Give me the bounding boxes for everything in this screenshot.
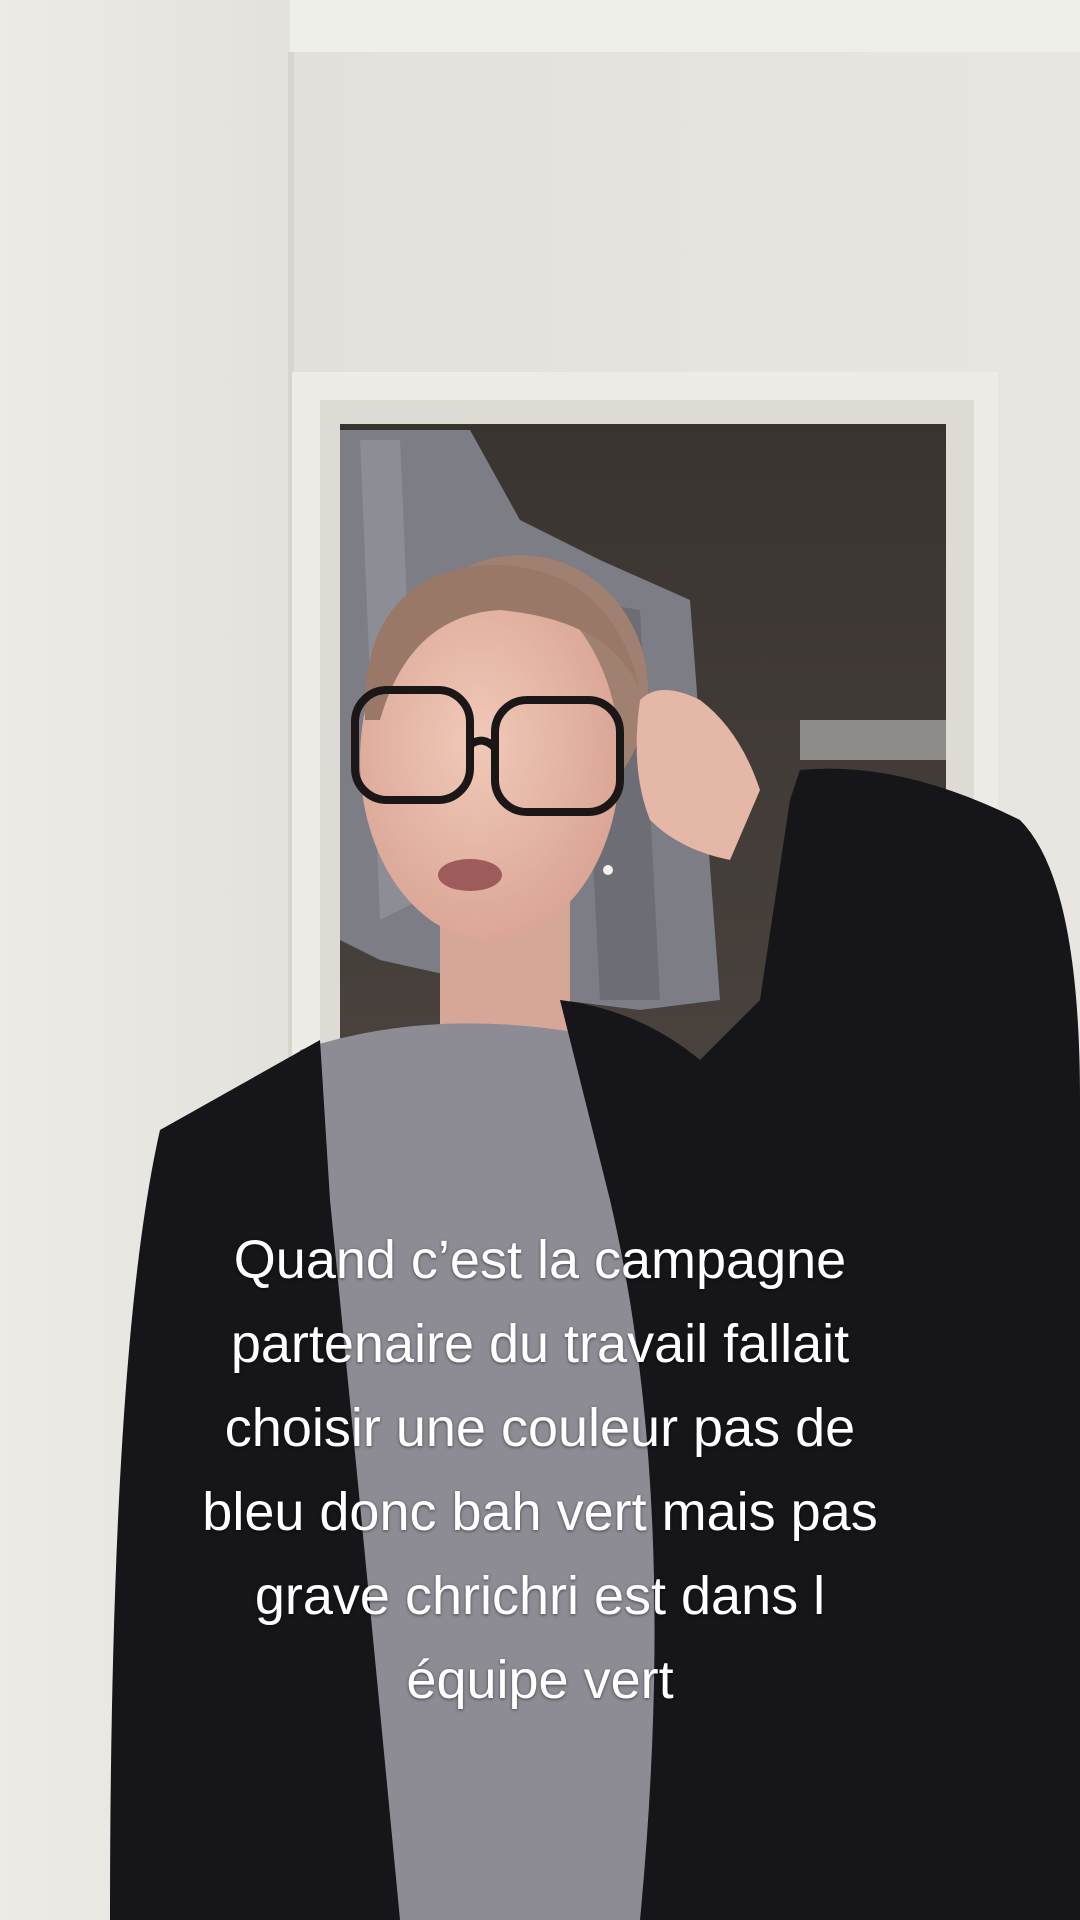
video-caption: Quand c’est la campagne partenaire du tr… — [60, 1218, 1020, 1722]
caption-line-2: partenaire du travail fallait — [230, 1314, 850, 1374]
caption-line-1: Quand c’est la campagne — [233, 1230, 847, 1290]
caption-line-3: choisir une couleur pas de — [224, 1398, 856, 1458]
caption-line-5: grave chrichri est dans l — [254, 1566, 826, 1626]
mouth — [438, 859, 502, 891]
caption-line-6: équipe vert — [406, 1650, 674, 1710]
caption-line-4: bleu donc bah vert mais pas — [202, 1482, 878, 1542]
ceiling — [290, 0, 1080, 52]
